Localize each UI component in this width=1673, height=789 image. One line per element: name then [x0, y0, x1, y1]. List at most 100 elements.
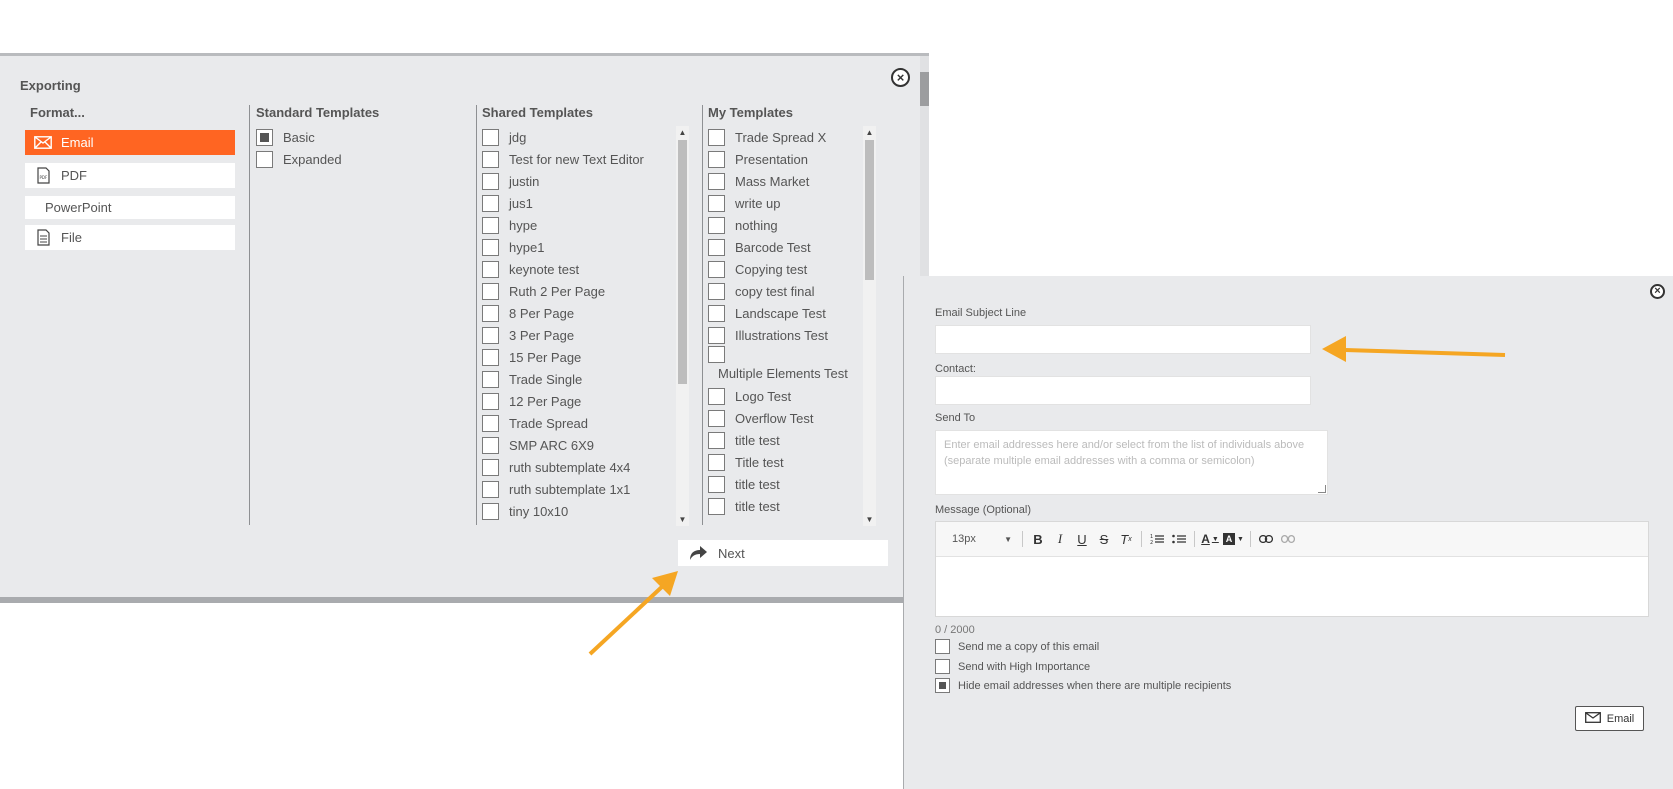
format-email[interactable]: Email — [25, 130, 235, 155]
format-powerpoint[interactable]: PowerPoint — [25, 196, 235, 219]
my-template[interactable]: Title test — [708, 451, 858, 473]
my-template[interactable]: title test — [708, 429, 858, 451]
format-file[interactable]: File — [25, 225, 235, 250]
my-template[interactable]: Copying test — [708, 258, 858, 280]
scroll-up-icon[interactable]: ▲ — [676, 126, 689, 139]
shared-template[interactable]: ruth subtemplate 4x4 — [482, 456, 672, 478]
clear-format-icon[interactable]: Tx — [1115, 528, 1137, 550]
checkbox[interactable] — [708, 216, 725, 234]
checkbox[interactable] — [256, 150, 273, 168]
link-icon[interactable] — [1255, 528, 1277, 550]
scroll-up-icon[interactable]: ▲ — [863, 126, 876, 139]
checkbox[interactable] — [482, 260, 499, 278]
my-template[interactable]: Landscape Test — [708, 302, 858, 324]
font-size-select[interactable]: 13px ▼ — [946, 528, 1018, 550]
checkbox[interactable] — [708, 497, 725, 515]
my-template[interactable]: copy test final — [708, 280, 858, 302]
checkbox[interactable] — [708, 431, 725, 449]
checkbox[interactable] — [708, 409, 725, 427]
shared-template[interactable]: jdg — [482, 126, 672, 148]
scrollbar-thumb[interactable] — [865, 140, 874, 280]
close-icon[interactable]: × — [891, 68, 910, 87]
shared-template[interactable]: 3 Per Page — [482, 324, 672, 346]
checkbox[interactable] — [482, 502, 499, 520]
resize-handle-icon[interactable] — [1318, 485, 1326, 493]
background-color-icon[interactable]: A ▼ — [1221, 528, 1246, 550]
text-color-icon[interactable]: A ▼ — [1199, 528, 1221, 550]
close-icon[interactable]: × — [1650, 284, 1665, 299]
option-high-importance[interactable]: Send with High Importance — [935, 659, 1090, 674]
my-template[interactable]: Multiple Elements Test — [708, 346, 858, 385]
my-template[interactable]: Logo Test — [708, 385, 858, 407]
checkbox[interactable] — [482, 348, 499, 366]
shared-template[interactable]: 15 Per Page — [482, 346, 672, 368]
page-scrollbar-thumb[interactable] — [920, 72, 929, 106]
unlink-icon[interactable] — [1277, 528, 1299, 550]
checkbox[interactable] — [708, 346, 725, 363]
shared-template[interactable]: justin — [482, 170, 672, 192]
shared-template[interactable]: Ruth 2 Per Page — [482, 280, 672, 302]
my-template[interactable]: Presentation — [708, 148, 858, 170]
checkbox[interactable] — [935, 659, 950, 674]
scroll-down-icon[interactable]: ▼ — [676, 513, 689, 526]
checkbox[interactable] — [482, 304, 499, 322]
shared-template[interactable]: SMP ARC 6X9 — [482, 434, 672, 456]
shared-template[interactable]: jus1 — [482, 192, 672, 214]
checkbox[interactable] — [482, 458, 499, 476]
my-template[interactable]: title test — [708, 473, 858, 495]
bullet-list-icon[interactable] — [1168, 528, 1190, 550]
checkbox[interactable] — [482, 436, 499, 454]
shared-template[interactable]: tiny 10x10 — [482, 500, 672, 522]
subject-input[interactable] — [935, 325, 1311, 354]
shared-template[interactable]: 8 Per Page — [482, 302, 672, 324]
shared-template[interactable]: 12 Per Page — [482, 390, 672, 412]
checkbox[interactable] — [935, 678, 950, 693]
checkbox[interactable] — [482, 194, 499, 212]
my-template[interactable]: nothing — [708, 214, 858, 236]
my-template[interactable]: write up — [708, 192, 858, 214]
my-template[interactable]: Overflow Test — [708, 407, 858, 429]
option-hide-addresses[interactable]: Hide email addresses when there are mult… — [935, 678, 1231, 693]
checkbox[interactable] — [708, 260, 725, 278]
my-template[interactable]: Illustrations Test — [708, 324, 858, 346]
strikethrough-icon[interactable]: S — [1093, 528, 1115, 550]
my-template[interactable]: Mass Market — [708, 170, 858, 192]
scroll-down-icon[interactable]: ▼ — [863, 513, 876, 526]
checkbox[interactable] — [708, 387, 725, 405]
shared-template[interactable]: Trade Single — [482, 368, 672, 390]
contact-input[interactable] — [935, 376, 1311, 405]
italic-icon[interactable]: I — [1049, 528, 1071, 550]
shared-template[interactable]: ruth subtemplate 1x1 — [482, 478, 672, 500]
numbered-list-icon[interactable]: 12 — [1146, 528, 1168, 550]
format-pdf[interactable]: PDF PDF — [25, 163, 235, 188]
send-email-button[interactable]: Email — [1575, 706, 1644, 731]
checkbox[interactable] — [708, 304, 725, 322]
checkbox[interactable] — [708, 150, 725, 168]
shared-template[interactable]: Trade Spread — [482, 412, 672, 434]
checkbox[interactable] — [708, 326, 725, 344]
shared-template[interactable]: hype1 — [482, 236, 672, 258]
checkbox[interactable] — [482, 414, 499, 432]
checkbox[interactable] — [708, 282, 725, 300]
checkbox[interactable] — [482, 392, 499, 410]
send-to-input[interactable]: Enter email addresses here and/or select… — [935, 430, 1328, 495]
checkbox[interactable] — [482, 282, 499, 300]
checkbox[interactable] — [708, 453, 725, 471]
checkbox[interactable] — [708, 128, 725, 146]
shared-template[interactable]: Test for new Text Editor — [482, 148, 672, 170]
next-button[interactable]: Next — [678, 540, 888, 566]
checkbox[interactable] — [482, 238, 499, 256]
bold-icon[interactable]: B — [1027, 528, 1049, 550]
checkbox[interactable] — [482, 370, 499, 388]
checkbox[interactable] — [708, 172, 725, 190]
my-template[interactable]: Trade Spread X — [708, 126, 858, 148]
shared-template[interactable]: hype — [482, 214, 672, 236]
checkbox[interactable] — [708, 475, 725, 493]
underline-icon[interactable]: U — [1071, 528, 1093, 550]
shared-template[interactable]: keynote test — [482, 258, 672, 280]
my-template[interactable]: Barcode Test — [708, 236, 858, 258]
standard-template-basic[interactable]: Basic — [256, 126, 456, 148]
checkbox[interactable] — [935, 639, 950, 654]
checkbox[interactable] — [482, 150, 499, 168]
checkbox[interactable] — [708, 238, 725, 256]
